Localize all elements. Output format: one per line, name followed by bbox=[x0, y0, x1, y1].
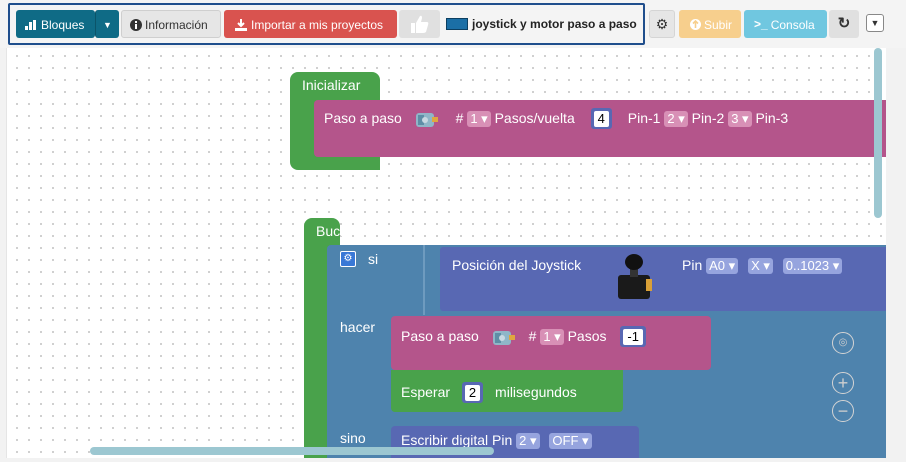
gear-icon: ⚙ bbox=[655, 16, 669, 32]
caret-down-icon: ▼ bbox=[103, 20, 112, 30]
import-button[interactable]: Importar a mis proyectos bbox=[224, 10, 397, 38]
toolbar: Bloques ▼ Información Importar a mis pro… bbox=[0, 0, 906, 48]
stepper2-hash: # bbox=[528, 328, 537, 344]
do-label: hacer bbox=[340, 319, 376, 335]
thumbs-up-icon bbox=[411, 15, 429, 33]
if-label: si bbox=[368, 251, 379, 267]
digital-value: OFF bbox=[552, 433, 579, 449]
bars-icon bbox=[25, 19, 36, 30]
joystick-pin-label: Pin bbox=[682, 257, 703, 273]
bloques-dropdown-button[interactable]: ▼ bbox=[95, 10, 119, 38]
bloques-label: Bloques bbox=[41, 17, 85, 32]
wait-input[interactable]: 2 bbox=[461, 382, 484, 403]
joystick-row: Posición del Joystick bbox=[452, 257, 581, 273]
settings-button[interactable]: ⚙ bbox=[649, 10, 675, 38]
subir-button[interactable]: Subir bbox=[679, 10, 741, 38]
like-button[interactable] bbox=[399, 10, 440, 38]
stepper2-steps-label: Pasos bbox=[567, 328, 607, 344]
project-title-text: joystick y motor paso a paso bbox=[472, 17, 637, 31]
info-label: Información bbox=[145, 17, 208, 32]
joystick-pin-value: A0 bbox=[709, 258, 726, 274]
import-label: Importar a mis proyectos bbox=[251, 17, 384, 32]
horizontal-scrollbar[interactable] bbox=[90, 447, 494, 455]
stepper-motor-icon bbox=[415, 113, 438, 128]
joystick-pin-dropdown[interactable]: A0 ▾ bbox=[706, 258, 739, 275]
wait-value: 2 bbox=[464, 385, 481, 401]
pin3-label: Pin-3 bbox=[755, 110, 789, 126]
if-else-divider bbox=[423, 245, 425, 315]
stepper2-id-dropdown[interactable]: 1 ▾ bbox=[540, 329, 564, 346]
consola-label: Consola bbox=[770, 17, 815, 32]
else-label: sino bbox=[340, 430, 366, 446]
zoom-in-icon[interactable]: + bbox=[832, 372, 854, 394]
joystick-axis-value: X bbox=[751, 258, 760, 274]
arduino-nano-icon bbox=[446, 17, 468, 30]
stepper-config-row: Paso a paso # 1 ▾ Pasos/vuelta 4 Pin-1 2… bbox=[324, 108, 788, 130]
refresh-button[interactable]: ↻ bbox=[829, 10, 859, 38]
joystick-params: Pin A0 ▾ X ▾ 0..1023 ▾ bbox=[682, 257, 843, 275]
target-icon[interactable]: ◎ bbox=[832, 332, 854, 354]
stepper2-steps-input[interactable]: -1 bbox=[620, 326, 646, 347]
consola-button[interactable]: >_ Consola bbox=[744, 10, 827, 38]
joystick-axis-dropdown[interactable]: X ▾ bbox=[748, 258, 773, 275]
caret-down-icon: ▼ bbox=[870, 18, 880, 28]
wait-block[interactable]: Esperar 2 milisegundos bbox=[391, 370, 623, 412]
pin1-label: Pin-1 bbox=[627, 110, 661, 126]
stepper-id-dropdown[interactable]: 1 ▾ bbox=[467, 111, 491, 128]
steps-per-rev-input[interactable]: 4 bbox=[590, 108, 612, 129]
pin1-value: 2 bbox=[667, 111, 675, 127]
options-dropdown[interactable]: ▼ bbox=[866, 14, 884, 32]
vertical-scrollbar[interactable] bbox=[874, 48, 882, 218]
stepper2-id-value: 1 bbox=[543, 329, 551, 345]
stepper-id-value: 1 bbox=[470, 111, 478, 127]
joystick-block[interactable]: Posición del Joystick Pin A0 ▾ X ▾ 0..10… bbox=[440, 247, 887, 311]
bloques-button[interactable]: Bloques bbox=[16, 10, 95, 38]
blockly-workspace[interactable]: Inicializar Paso a paso # 1 ▾ Pasos/vuel… bbox=[6, 48, 887, 458]
project-title: joystick y motor paso a paso bbox=[446, 10, 637, 38]
stepper-label: Paso a paso bbox=[324, 110, 402, 126]
zoom-out-icon[interactable]: − bbox=[832, 400, 854, 422]
stepper-motor-icon bbox=[492, 331, 515, 346]
stepper-config-block[interactable]: Paso a paso # 1 ▾ Pasos/vuelta 4 Pin-1 2… bbox=[314, 100, 887, 157]
steps-per-rev-label: Pasos/vuelta bbox=[494, 110, 575, 126]
right-panel-edge bbox=[886, 48, 906, 462]
digital-write-label: Escribir digital Pin bbox=[401, 432, 513, 448]
terminal-icon: >_ bbox=[754, 17, 768, 31]
info-circle-icon bbox=[130, 18, 142, 31]
upload-icon bbox=[690, 19, 701, 31]
stepper-hash: # bbox=[455, 110, 464, 126]
digital-value-dropdown[interactable]: OFF ▾ bbox=[549, 433, 592, 450]
stepper-step-block[interactable]: Paso a paso # 1 ▾ Pasos -1 bbox=[391, 316, 711, 370]
stepper2-steps-value: -1 bbox=[623, 329, 643, 345]
pin1-dropdown[interactable]: 2 ▾ bbox=[664, 111, 688, 128]
import-icon bbox=[235, 18, 247, 31]
stepper2-label: Paso a paso bbox=[401, 328, 479, 344]
pin2-label: Pin-2 bbox=[691, 110, 725, 126]
refresh-icon: ↻ bbox=[837, 15, 851, 32]
wait-unit: milisegundos bbox=[495, 384, 577, 400]
joystick-range-dropdown[interactable]: 0..1023 ▾ bbox=[782, 258, 843, 275]
pin2-value: 3 bbox=[731, 111, 739, 127]
wait-label: Esperar bbox=[401, 384, 451, 400]
joystick-icon bbox=[618, 254, 652, 299]
mutator-gear-icon[interactable]: ⚙ bbox=[340, 251, 356, 267]
loop-title: Bucle bbox=[316, 223, 352, 239]
subir-label: Subir bbox=[704, 17, 733, 32]
steps-per-rev-value: 4 bbox=[593, 111, 609, 127]
init-title: Inicializar bbox=[302, 77, 361, 93]
info-button[interactable]: Información bbox=[121, 10, 221, 38]
joystick-range-value: 0..1023 bbox=[785, 258, 830, 274]
wait-row: Esperar 2 milisegundos bbox=[401, 382, 577, 403]
digital-pin-value: 2 bbox=[519, 433, 527, 449]
pin2-dropdown[interactable]: 3 ▾ bbox=[728, 111, 752, 128]
joystick-label: Posición del Joystick bbox=[452, 257, 582, 273]
stepper-step-row: Paso a paso # 1 ▾ Pasos -1 bbox=[401, 326, 646, 348]
digital-pin-dropdown[interactable]: 2 ▾ bbox=[516, 433, 540, 450]
